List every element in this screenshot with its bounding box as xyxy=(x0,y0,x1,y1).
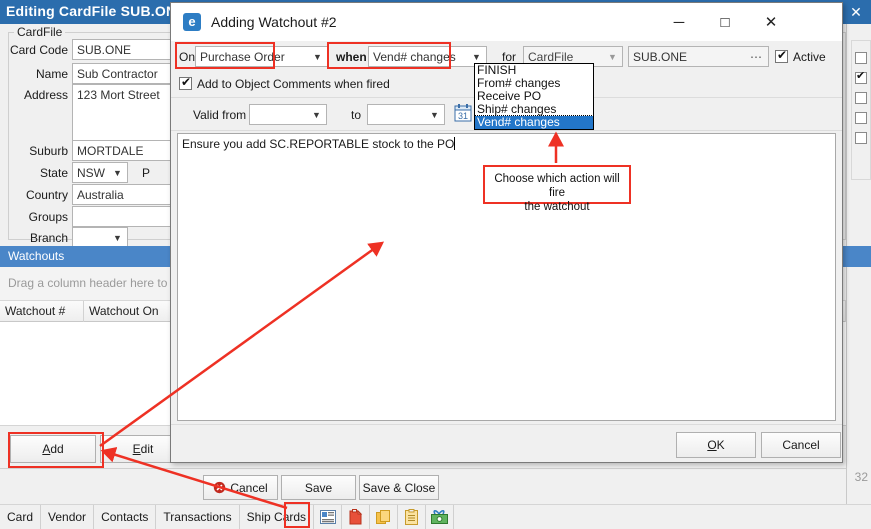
cardfile-group-legend: CardFile xyxy=(14,25,66,39)
label-country: Country xyxy=(25,188,68,202)
dialog-title: Adding Watchout #2 xyxy=(211,14,337,30)
label-address: Address xyxy=(23,88,68,102)
save-button[interactable]: Save xyxy=(281,475,356,500)
tab-ship-cards[interactable]: Ship Cards xyxy=(239,505,315,529)
memo-text: Ensure you add SC.REPORTABLE stock to th… xyxy=(182,137,455,151)
label-to: to xyxy=(351,108,362,122)
watchout-app-icon: e xyxy=(183,13,201,31)
ellipsis-icon[interactable]: ⋯ xyxy=(750,49,762,65)
label-groups: Groups xyxy=(28,210,68,224)
field-suburb[interactable]: MORTDALE xyxy=(72,140,172,161)
tab-transactions[interactable]: Transactions xyxy=(156,505,240,529)
cancel-icon xyxy=(214,481,226,494)
chevron-down-icon[interactable]: ▼ xyxy=(604,48,621,65)
field-state-value: NSW xyxy=(77,166,105,180)
label-add-comments: Add to Object Comments when fired xyxy=(197,77,390,91)
tab-strip: Card Vendor Contacts Transactions Ship C… xyxy=(0,504,871,529)
right-checkbox-5[interactable] xyxy=(855,132,867,144)
right-checkbox-1[interactable] xyxy=(855,52,867,64)
field-state[interactable]: NSW ▼ xyxy=(72,162,128,183)
dialog-cancel-button[interactable]: Cancel xyxy=(761,432,841,458)
for-object-value: CardFile xyxy=(528,50,574,64)
right-panel-accent-bar xyxy=(846,246,871,267)
cancel-button-label: Cancel xyxy=(230,480,268,495)
field-branch[interactable]: ▼ xyxy=(72,227,128,248)
right-checkbox-2[interactable]: ✔ xyxy=(855,70,867,84)
label-branch: Branch xyxy=(29,231,68,245)
annotation-callout: Choose which action will fire the watcho… xyxy=(483,165,631,213)
card-details-icon[interactable] xyxy=(314,505,343,529)
money-gift-icon[interactable] xyxy=(426,505,455,529)
annotation-line-2: the watchout xyxy=(524,201,590,213)
label-card-code: Card Code xyxy=(9,43,68,57)
column-watchout-number[interactable]: Watchout # xyxy=(0,301,84,322)
chevron-down-icon[interactable]: ▼ xyxy=(109,164,126,181)
maximize-button[interactable]: □ xyxy=(702,3,748,41)
label-postcode: P xyxy=(141,166,150,180)
chevron-down-icon[interactable]: ▼ xyxy=(109,229,126,246)
for-code-value: SUB.ONE xyxy=(633,50,688,64)
tab-vendor[interactable]: Vendor xyxy=(41,505,95,529)
valid-to-datepicker[interactable]: ▼ xyxy=(367,104,445,125)
field-card-code[interactable]: SUB.ONE xyxy=(72,39,172,60)
add-button-label: Add xyxy=(42,442,64,456)
watchout-clipboard-icon[interactable] xyxy=(342,505,371,529)
add-comments-checkbox[interactable] xyxy=(179,75,192,90)
svg-text:31: 31 xyxy=(458,111,468,121)
field-address[interactable]: 123 Mort Street xyxy=(72,84,172,144)
right-checkbox-4[interactable] xyxy=(855,112,867,124)
right-checkbox-3[interactable] xyxy=(855,92,867,104)
dialog-titlebar: e Adding Watchout #2 ─ □ ✕ xyxy=(171,3,842,41)
valid-from-datepicker[interactable]: ▼ xyxy=(249,104,327,125)
edit-button-label: Edit xyxy=(132,442,154,456)
label-suburb: Suburb xyxy=(29,144,68,158)
field-country[interactable]: Australia xyxy=(72,184,172,205)
on-object-combobox[interactable]: Purchase Order ▼ xyxy=(195,46,328,67)
ok-button[interactable]: OK xyxy=(676,432,756,458)
minimize-button[interactable]: ─ xyxy=(656,3,702,41)
save-button-label: Save xyxy=(304,480,333,495)
annotation-line-1: Choose which action will fire xyxy=(494,173,620,199)
screen: Editing CardFile SUB.ONE ✕ CardFile Card… xyxy=(0,0,871,529)
label-name: Name xyxy=(35,67,68,81)
dialog-footer: OK Cancel xyxy=(171,424,842,462)
cancel-button[interactable]: Cancel xyxy=(203,475,278,500)
when-action-value: Vend# changes xyxy=(373,50,456,64)
add-button[interactable]: Add xyxy=(10,435,96,463)
chevron-down-icon[interactable]: ▼ xyxy=(309,48,326,65)
label-active: Active xyxy=(793,50,826,64)
active-checkbox[interactable] xyxy=(775,48,788,63)
status-number: 32 xyxy=(854,470,868,484)
check-icon: ✔ xyxy=(856,70,866,82)
cardfile-close-button[interactable]: ✕ xyxy=(841,0,871,24)
field-name[interactable]: Sub Contractor xyxy=(72,63,172,84)
chevron-down-icon[interactable]: ▼ xyxy=(308,106,325,123)
on-object-value: Purchase Order xyxy=(200,50,285,64)
save-close-button-label: Save & Close xyxy=(362,480,436,495)
dialog-cancel-label: Cancel xyxy=(782,438,820,452)
for-code-field[interactable]: SUB.ONE ⋯ xyxy=(628,46,769,67)
chevron-down-icon[interactable]: ▼ xyxy=(426,106,443,123)
save-and-close-button[interactable]: Save & Close xyxy=(359,475,439,500)
calendar-31-icon[interactable]: 31 xyxy=(454,103,472,123)
tab-card[interactable]: Card xyxy=(0,505,42,529)
tab-contacts[interactable]: Contacts xyxy=(94,505,157,529)
label-state: State xyxy=(39,166,68,180)
copy-pages-icon[interactable] xyxy=(370,505,399,529)
label-on: On xyxy=(179,50,196,64)
close-button[interactable]: ✕ xyxy=(748,3,794,41)
field-groups[interactable] xyxy=(72,206,172,227)
when-action-dropdown-list[interactable]: FINISH From# changes Receive PO Ship# ch… xyxy=(474,63,594,130)
label-for: for xyxy=(502,50,517,64)
dropdown-option-vend-changes[interactable]: Vend# changes xyxy=(474,115,594,130)
text-caret xyxy=(454,137,456,150)
cardfile-window-title: Editing CardFile SUB.ONE xyxy=(6,3,186,19)
ok-button-label: OK xyxy=(707,438,725,452)
notes-clipboard-icon[interactable] xyxy=(398,505,427,529)
when-action-combobox[interactable]: Vend# changes ▼ xyxy=(368,46,487,67)
label-valid-from: Valid from xyxy=(193,108,247,122)
label-when: when xyxy=(336,50,367,64)
